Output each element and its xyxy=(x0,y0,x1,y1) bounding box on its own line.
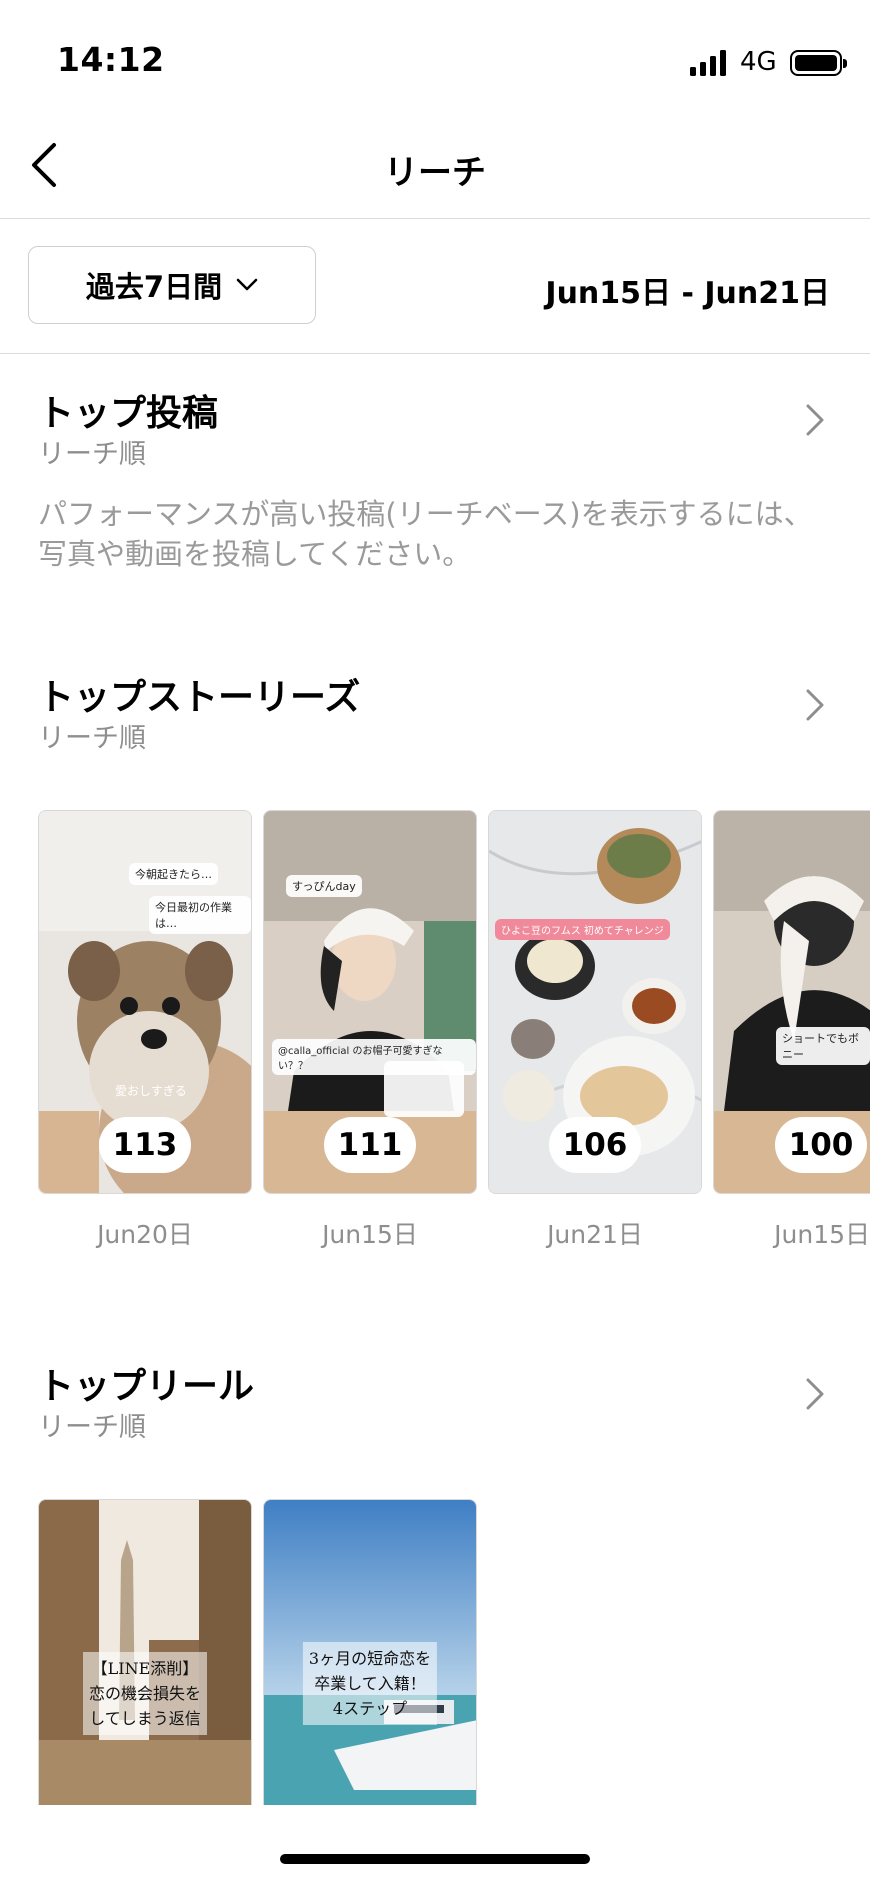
date-range: Jun15日 - Jun21日 xyxy=(545,276,830,311)
reel-thumbnail[interactable]: 3ヶ月の短命恋を 卒業して入籍！ 4ステップ xyxy=(263,1499,477,1805)
top-stories-title: トップストーリーズ xyxy=(38,677,361,718)
signal-icon xyxy=(690,50,726,76)
story-thumbnail[interactable]: 今朝起きたら… 今日最初の作業は… 愛おしすぎる 113 xyxy=(38,810,252,1194)
reel-caption: 【LINE添削】 恋の機会損失を してしまう返信 xyxy=(82,1652,208,1735)
period-dropdown[interactable]: 過去7日間 xyxy=(28,246,316,324)
battery-icon xyxy=(790,50,847,76)
story-thumbnail[interactable]: すっぴんday @calla_official のお帽子可愛すぎない？？ 111 xyxy=(263,810,477,1194)
top-stories-subtitle: リーチ順 xyxy=(38,723,146,754)
story-date: Jun15日 xyxy=(322,1220,418,1249)
reel-thumbnail[interactable]: 【LINE添削】 恋の機会損失を してしまう返信 xyxy=(38,1499,252,1805)
story-reach-count: 106 xyxy=(549,1117,641,1173)
top-reels-subtitle: リーチ順 xyxy=(38,1412,146,1443)
story-reach-count: 100 xyxy=(775,1117,867,1173)
status-time: 14:12 xyxy=(57,40,165,79)
network-label: 4G xyxy=(740,47,777,77)
story-date: Jun20日 xyxy=(97,1220,193,1249)
header-divider xyxy=(0,218,870,219)
home-indicator xyxy=(280,1854,590,1864)
chevron-down-icon xyxy=(236,278,258,291)
period-label: 過去7日間 xyxy=(85,270,223,304)
story-overlay-text: 愛おしすぎる xyxy=(115,1084,187,1098)
story-thumbnail[interactable]: ショートでもボニー 100 xyxy=(713,810,870,1194)
story-reach-count: 111 xyxy=(324,1117,416,1173)
story-date: Jun21日 xyxy=(547,1220,643,1249)
top-stories-chevron-right-icon[interactable] xyxy=(800,685,828,725)
page-title: リーチ xyxy=(384,153,486,193)
story-date: Jun15日 xyxy=(774,1220,870,1249)
top-reels-title: トップリール xyxy=(38,1366,255,1407)
story-reach-count: 113 xyxy=(99,1117,191,1173)
story-overlay-text: ショートでもボニー xyxy=(776,1027,870,1065)
story-thumbnail[interactable]: ひよこ豆のフムス 初めてチャレンジ 106 xyxy=(488,810,702,1194)
top-posts-empty-message: パフォーマンスが高い投稿(リーチベース)を表示するには、写真や動画を投稿してくだ… xyxy=(38,497,813,571)
filter-divider xyxy=(0,353,870,354)
top-posts-title: トップ投稿 xyxy=(38,393,219,434)
top-posts-subtitle: リーチ順 xyxy=(38,439,146,470)
top-reels-chevron-right-icon[interactable] xyxy=(800,1374,828,1414)
reel-caption: 3ヶ月の短命恋を 卒業して入籍！ 4ステップ xyxy=(302,1642,438,1725)
top-posts-chevron-right-icon[interactable] xyxy=(800,400,828,440)
story-overlay-text: ひよこ豆のフムス 初めてチャレンジ xyxy=(495,919,670,940)
story-overlay-text: すっぴんday xyxy=(286,875,362,897)
